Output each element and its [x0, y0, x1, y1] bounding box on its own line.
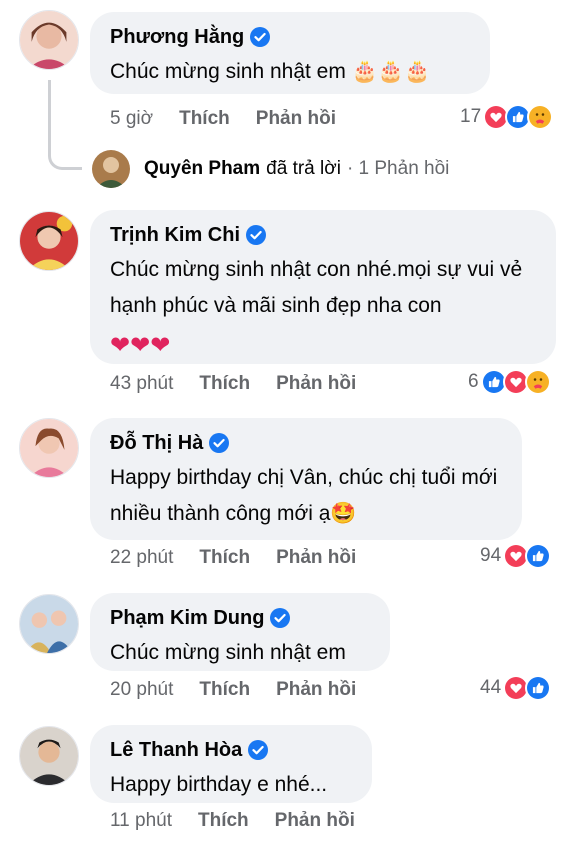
avatar-photo — [20, 419, 78, 477]
comment-bubble: Lê Thanh Hòa Happy birthday e nhé... — [90, 725, 372, 803]
comment-bubble: Trịnh Kim Chi Chúc mừng sinh nhật con nh… — [90, 210, 556, 364]
avatar[interactable] — [19, 211, 79, 271]
comment-author[interactable]: Phạm Kim Dung — [110, 605, 264, 631]
reaction-count: 44 — [480, 677, 502, 698]
avatar-photo — [20, 727, 78, 785]
reply-button[interactable]: Phản hồi — [276, 547, 356, 569]
like-button[interactable]: Thích — [199, 547, 250, 569]
avatar[interactable] — [19, 726, 79, 786]
reply-thread[interactable]: Quyên Pham đã trả lời · 1 Phản hồi — [92, 150, 449, 188]
comment-time[interactable]: 43 phút — [110, 373, 173, 395]
reply-count: · 1 Phản hồi — [346, 158, 450, 179]
reply-avatar — [92, 150, 130, 188]
reaction-count: 94 — [480, 545, 502, 566]
like-button[interactable]: Thích — [199, 679, 250, 701]
reply-button[interactable]: Phản hồi — [276, 679, 356, 701]
reaction-count: 6 — [468, 371, 479, 392]
reaction-summary[interactable]: 6 — [468, 369, 551, 395]
reply-button[interactable]: Phản hồi — [256, 108, 336, 130]
comment-bubble: Đỗ Thị Hà Happy birthday chị Vân, chúc c… — [90, 418, 522, 540]
comment-actions: 20 phút Thích Phản hồi — [110, 679, 382, 701]
comment-author[interactable]: Phương Hằng — [110, 24, 244, 50]
comment-text: Chúc mừng sinh nhật con nhé.mọi sự vui v… — [110, 258, 523, 317]
avatar[interactable] — [19, 594, 79, 654]
avatar-photo — [20, 11, 78, 69]
verified-badge-icon — [250, 27, 271, 47]
reaction-summary[interactable]: 44 — [480, 675, 552, 701]
care-reaction-icon — [524, 369, 551, 395]
comment-text: Happy birthday e nhé... — [110, 773, 328, 796]
reaction-summary[interactable]: 94 — [480, 543, 552, 569]
comment-author[interactable]: Lê Thanh Hòa — [110, 737, 242, 763]
avatar-photo — [20, 595, 78, 653]
verified-badge-icon — [209, 433, 230, 453]
avatar[interactable] — [19, 418, 79, 478]
avatar-photo — [20, 212, 78, 270]
reply-verb: đã trả lời — [266, 158, 341, 179]
avatar[interactable] — [19, 10, 79, 70]
reply-thread-line — [48, 80, 82, 170]
comment-bubble: Phạm Kim Dung Chúc mừng sinh nhật em — [90, 593, 390, 671]
comment-text: Happy birthday chị Vân, chúc chị tuổi mớ… — [110, 466, 498, 525]
reply-button[interactable]: Phản hồi — [275, 810, 355, 832]
reaction-summary[interactable]: 17 — [460, 104, 554, 130]
comment-time[interactable]: 20 phút — [110, 679, 173, 701]
like-reaction-icon — [525, 543, 552, 569]
comment-text: Chúc mừng sinh nhật em 🎂🎂🎂 — [110, 60, 431, 83]
comment-emojis: ❤❤❤ — [110, 332, 171, 359]
comment-actions: 5 giờ Thích Phản hồi — [110, 108, 362, 130]
verified-badge-icon — [248, 740, 269, 760]
comment-time[interactable]: 22 phút — [110, 547, 173, 569]
comment-text: Chúc mừng sinh nhật em — [110, 641, 346, 664]
comment-actions: 11 phút Thích Phản hồi — [110, 810, 381, 832]
comment-actions: 43 phút Thích Phản hồi — [110, 373, 382, 395]
comment-author[interactable]: Đỗ Thị Hà — [110, 430, 203, 456]
reply-author[interactable]: Quyên Pham — [144, 158, 260, 180]
verified-badge-icon — [270, 608, 291, 628]
care-reaction-icon — [527, 104, 554, 130]
like-button[interactable]: Thích — [179, 108, 230, 130]
like-button[interactable]: Thích — [198, 810, 249, 832]
comment-time[interactable]: 5 giờ — [110, 108, 153, 130]
comment-bubble: Phương Hằng Chúc mừng sinh nhật em 🎂🎂🎂 — [90, 12, 490, 94]
like-button[interactable]: Thích — [199, 373, 250, 395]
reaction-count: 17 — [460, 106, 482, 127]
verified-badge-icon — [246, 225, 266, 245]
reply-button[interactable]: Phản hồi — [276, 373, 356, 395]
comment-author[interactable]: Trịnh Kim Chi — [110, 222, 240, 248]
comment-actions: 22 phút Thích Phản hồi — [110, 547, 382, 569]
comment-time[interactable]: 11 phút — [110, 810, 172, 832]
like-reaction-icon — [525, 675, 552, 701]
